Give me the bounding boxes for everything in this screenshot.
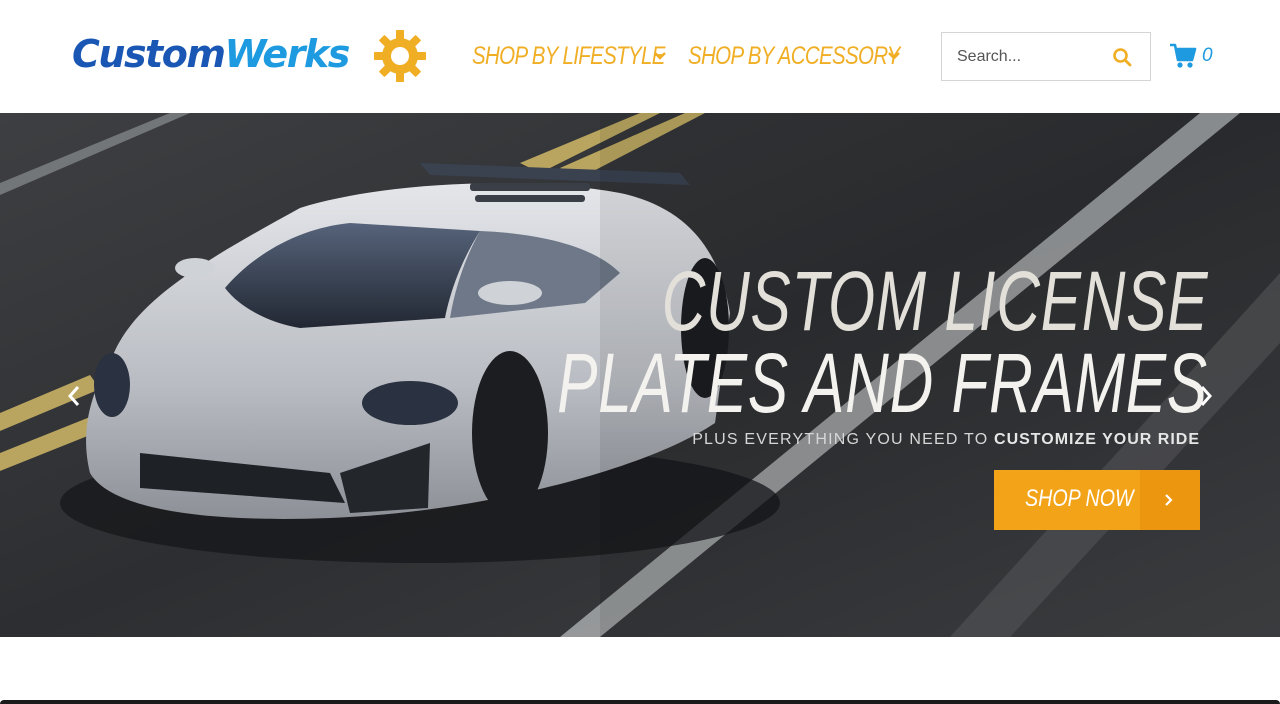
bottom-divider (0, 700, 1280, 704)
cart-button[interactable]: 0 (1169, 42, 1219, 72)
shop-now-label: SHOP NOW (1025, 485, 1134, 512)
nav-shop-by-lifestyle[interactable]: SHOP BY LIFESTYLE (472, 38, 672, 74)
logo-text-custom: Custom (72, 32, 226, 76)
chevron-down-icon (654, 52, 666, 60)
search-icon[interactable] (1112, 47, 1132, 67)
hero-subline: PLUS EVERYTHING YOU NEED TO CUSTOMIZE YO… (692, 431, 1200, 449)
logo-wordmark: CustomWerks (72, 30, 350, 78)
hero-subline-text: PLUS EVERYTHING YOU NEED TO (692, 431, 995, 448)
search-input[interactable] (957, 46, 1107, 68)
nav-shop-by-accessory[interactable]: SHOP BY ACCESSORY (688, 38, 908, 74)
cart-count: 0 (1202, 45, 1213, 66)
chevron-left-icon[interactable] (64, 383, 84, 409)
cart-icon (1170, 43, 1197, 68)
hero-subline-emphasis: CUSTOMIZE YOUR RIDE (994, 431, 1200, 448)
search-box (941, 32, 1151, 81)
hero-headline-line2: PLATES AND FRAMES (557, 336, 1208, 430)
logo[interactable]: CustomWerks (72, 28, 428, 86)
content-area (0, 637, 1280, 700)
gear-icon (374, 30, 426, 82)
shop-now-button[interactable]: SHOP NOW (994, 470, 1200, 530)
chevron-down-icon (888, 52, 900, 60)
site-header: CustomWerks SHOP BY LIFESTYLE SHOP BY AC… (0, 0, 1280, 113)
chevron-right-icon[interactable] (1196, 383, 1216, 409)
chevron-right-icon (1165, 494, 1173, 506)
nav-label: SHOP BY ACCESSORY (688, 41, 900, 70)
hero-slider: CUSTOM LICENSE PLATES AND FRAMES PLUS EV… (0, 113, 1280, 637)
nav-label: SHOP BY LIFESTYLE (472, 41, 665, 70)
logo-text-werks: Werks (224, 32, 350, 76)
